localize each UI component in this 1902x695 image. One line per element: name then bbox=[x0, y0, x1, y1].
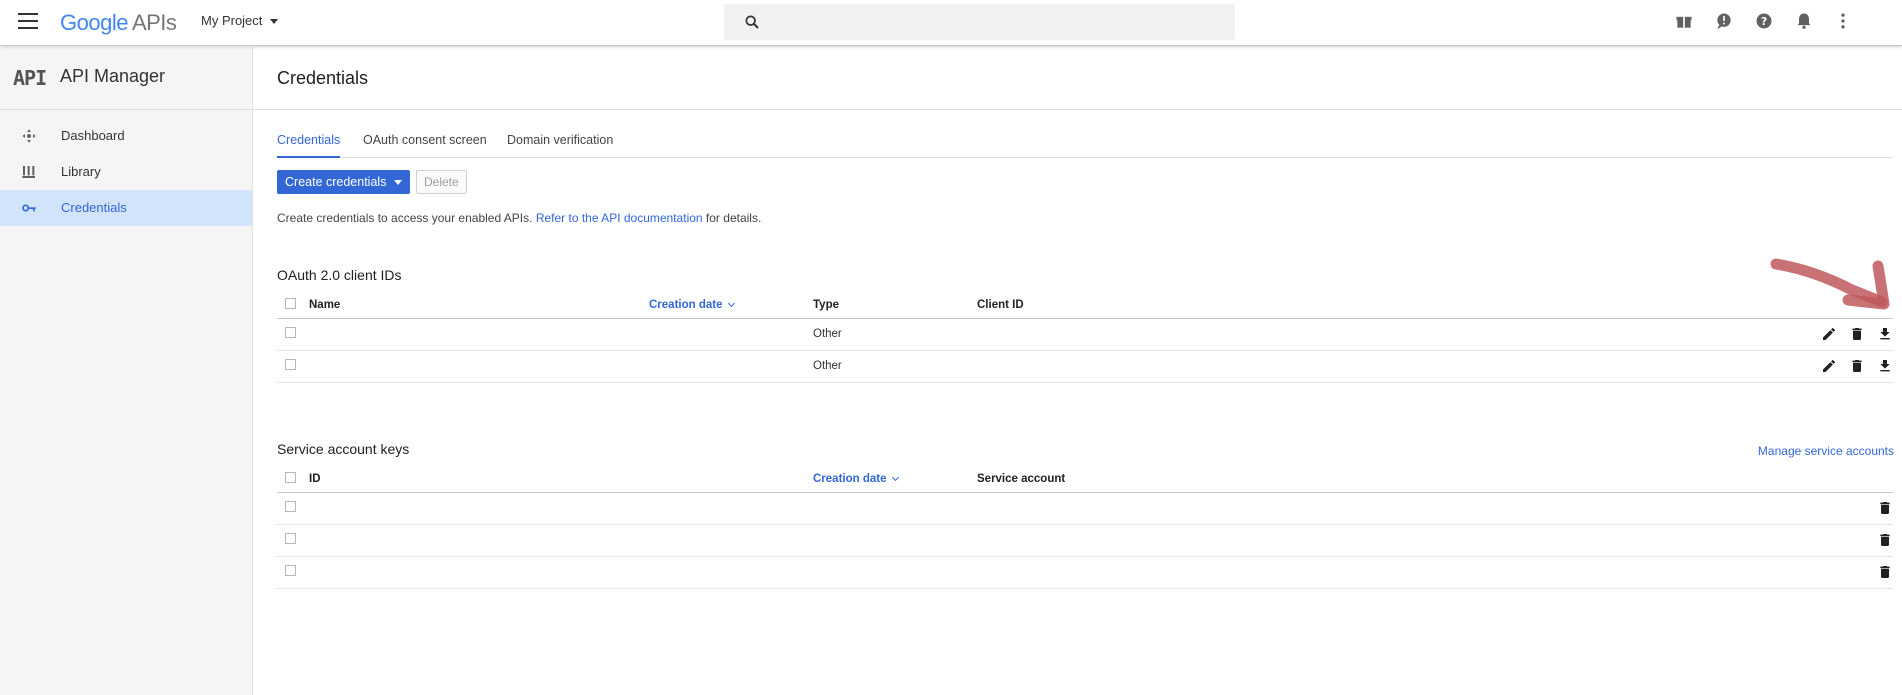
delete-icon[interactable] bbox=[1849, 326, 1865, 342]
client-type: Other bbox=[813, 350, 977, 383]
column-creation-date[interactable]: Creation date bbox=[813, 466, 977, 493]
notifications-icon[interactable] bbox=[1794, 11, 1814, 31]
row-checkbox[interactable] bbox=[285, 327, 296, 338]
create-credentials-label: Create credentials bbox=[285, 175, 387, 189]
library-icon bbox=[22, 166, 35, 178]
delete-icon[interactable] bbox=[1877, 532, 1893, 548]
edit-icon[interactable] bbox=[1821, 358, 1837, 374]
column-type: Type bbox=[813, 292, 977, 319]
gift-icon[interactable] bbox=[1674, 11, 1694, 31]
sidebar-item-library[interactable]: Library bbox=[0, 154, 252, 190]
dashboard-icon bbox=[22, 129, 36, 143]
info-text: Create credentials to access your enable… bbox=[277, 211, 761, 225]
table-row bbox=[277, 524, 1893, 557]
divider bbox=[0, 109, 252, 110]
select-all-checkbox[interactable] bbox=[285, 297, 296, 309]
delete-icon[interactable] bbox=[1849, 358, 1865, 374]
help-icon[interactable]: ? bbox=[1754, 11, 1774, 31]
caret-down-icon bbox=[394, 180, 403, 186]
sidebar: API API Manager Dashboard Library Creden… bbox=[0, 47, 253, 695]
row-checkbox[interactable] bbox=[285, 533, 296, 544]
google-apis-logo[interactable]: Google APIs bbox=[60, 10, 177, 36]
table-row: Other bbox=[277, 318, 1893, 351]
svg-text:?: ? bbox=[1761, 15, 1767, 28]
table-row bbox=[277, 492, 1893, 525]
table-header-row: ID Creation date Service account bbox=[277, 466, 1893, 493]
service-section-title: Service account keys bbox=[277, 441, 410, 457]
key-icon bbox=[22, 204, 36, 212]
main-content: Credentials Credentials OAuth consent sc… bbox=[253, 47, 1902, 695]
service-keys-table: ID Creation date Service account bbox=[277, 466, 1893, 589]
create-credentials-button[interactable]: Create credentials bbox=[277, 170, 411, 194]
project-selector[interactable]: My Project bbox=[201, 13, 279, 28]
download-icon[interactable] bbox=[1877, 326, 1893, 342]
api-documentation-link[interactable]: Refer to the API documentation bbox=[536, 211, 703, 225]
tab-bar: Credentials OAuth consent screen Domain … bbox=[277, 133, 1893, 158]
project-name: My Project bbox=[201, 13, 263, 28]
column-creation-date-label: Creation date bbox=[813, 472, 887, 485]
logo-google: Google bbox=[60, 10, 128, 35]
tab-domain-verification[interactable]: Domain verification bbox=[507, 133, 613, 158]
tab-oauth-consent-screen[interactable]: OAuth consent screen bbox=[363, 133, 487, 158]
oauth-section-title: OAuth 2.0 client IDs bbox=[277, 267, 402, 283]
edit-icon[interactable] bbox=[1821, 326, 1837, 342]
search-input[interactable] bbox=[724, 4, 1235, 40]
row-checkbox[interactable] bbox=[285, 359, 296, 370]
info-prefix: Create credentials to access your enable… bbox=[277, 211, 536, 225]
client-type: Other bbox=[813, 318, 977, 351]
manage-service-accounts-link[interactable]: Manage service accounts bbox=[1758, 444, 1894, 458]
table-row bbox=[277, 556, 1893, 589]
menu-icon[interactable] bbox=[18, 13, 40, 31]
sidebar-item-dashboard[interactable]: Dashboard bbox=[0, 118, 252, 154]
column-creation-date-label: Creation date bbox=[649, 298, 723, 311]
sort-chevron-icon bbox=[891, 473, 899, 481]
column-client-id: Client ID bbox=[977, 292, 1757, 319]
table-header-row: Name Creation date Type Client ID bbox=[277, 292, 1893, 319]
delete-icon[interactable] bbox=[1877, 564, 1893, 580]
column-id: ID bbox=[309, 466, 813, 493]
annotation-arrow-icon bbox=[1770, 258, 1890, 310]
api-logo: API bbox=[13, 66, 47, 90]
select-all-checkbox[interactable] bbox=[285, 471, 296, 483]
info-suffix: for details. bbox=[702, 211, 762, 225]
column-name: Name bbox=[309, 292, 649, 319]
sidebar-item-label: Credentials bbox=[61, 200, 127, 215]
logo-apis: APIs bbox=[131, 10, 177, 35]
search-icon bbox=[745, 15, 759, 29]
oauth-table: Name Creation date Type Client ID Other … bbox=[277, 292, 1893, 383]
divider bbox=[253, 109, 1902, 110]
sort-chevron-icon bbox=[727, 299, 735, 307]
column-creation-date[interactable]: Creation date bbox=[649, 292, 813, 319]
delete-button[interactable]: Delete bbox=[416, 170, 467, 194]
sidebar-title: API Manager bbox=[60, 66, 166, 86]
tab-credentials[interactable]: Credentials bbox=[277, 133, 341, 158]
feedback-icon[interactable] bbox=[1714, 11, 1734, 31]
column-service-account: Service account bbox=[977, 466, 1757, 493]
table-row: Other bbox=[277, 350, 1893, 383]
top-app-bar: Google APIs My Project ? bbox=[0, 0, 1902, 46]
sidebar-item-label: Dashboard bbox=[61, 128, 125, 143]
sidebar-item-credentials[interactable]: Credentials bbox=[0, 190, 252, 226]
page-title: Credentials bbox=[277, 68, 369, 88]
row-checkbox[interactable] bbox=[285, 501, 296, 512]
delete-icon[interactable] bbox=[1877, 500, 1893, 516]
more-vert-icon[interactable] bbox=[1833, 11, 1853, 31]
row-checkbox[interactable] bbox=[285, 565, 296, 576]
sidebar-item-label: Library bbox=[61, 164, 101, 179]
caret-down-icon bbox=[270, 19, 279, 25]
download-icon[interactable] bbox=[1877, 358, 1893, 374]
